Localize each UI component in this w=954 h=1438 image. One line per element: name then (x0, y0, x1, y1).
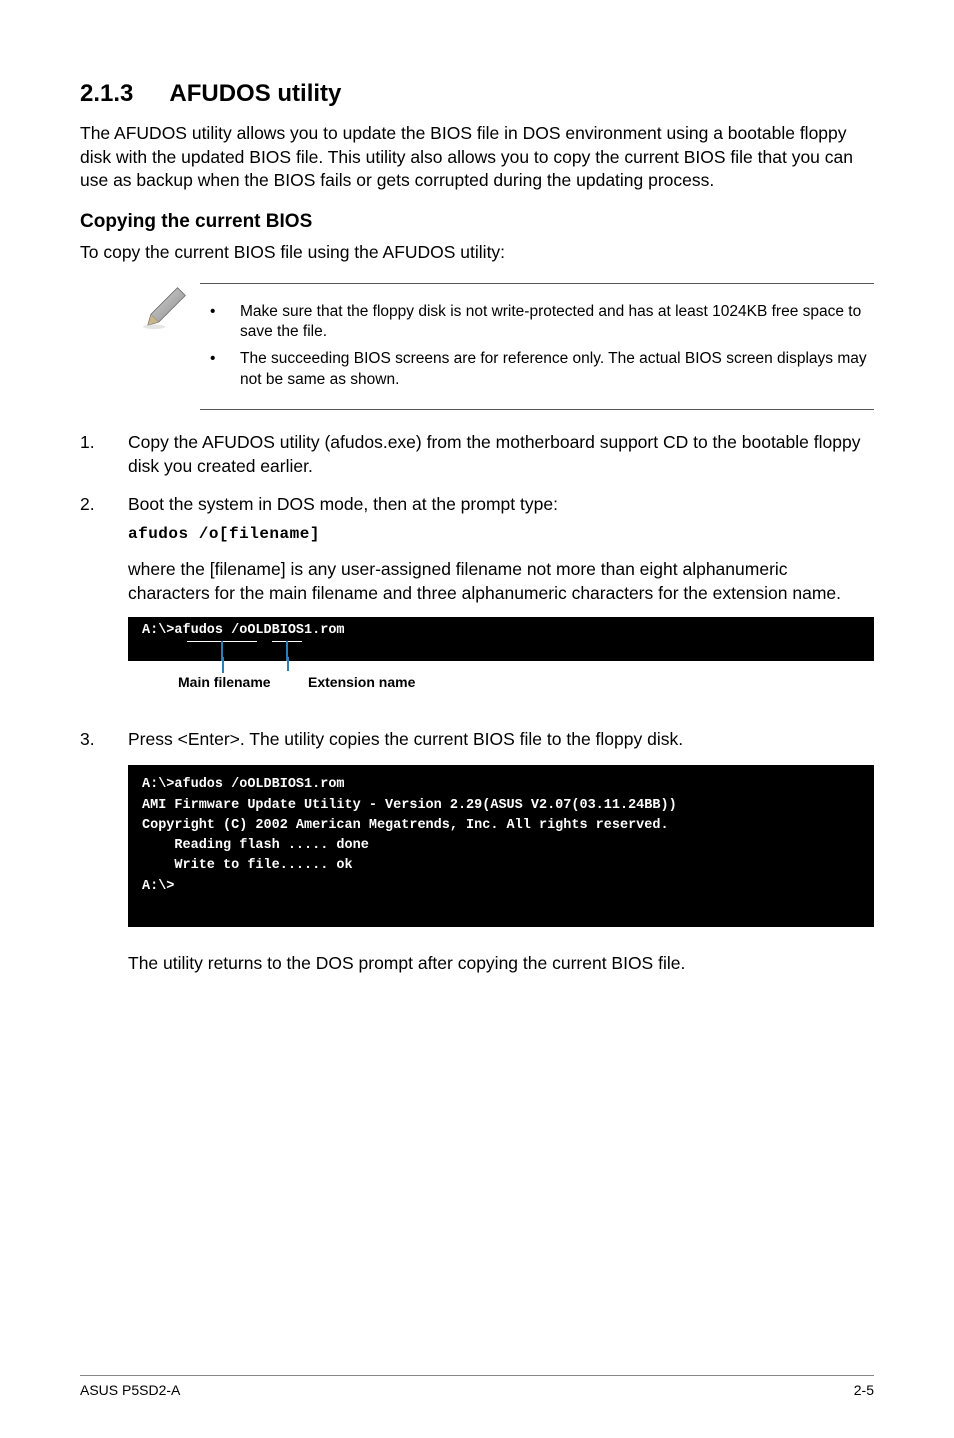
section-title-text: AFUDOS utility (169, 80, 341, 107)
page-container: 2.1.3 AFUDOS utility The AFUDOS utility a… (0, 0, 954, 1438)
step-2: 2. Boot the system in DOS mode, then at … (80, 492, 874, 713)
note-block: •Make sure that the floppy disk is not w… (140, 283, 874, 411)
step-2-explain: where the [filename] is any user-assigne… (128, 557, 874, 605)
section-heading: 2.1.3 AFUDOS utility (80, 80, 874, 108)
pencil-icon (140, 283, 200, 338)
terminal-block-1: A:\>afudos /oOLDBIOS1.rom (128, 617, 874, 661)
step-2-text: Boot the system in DOS mode, then at the… (128, 492, 874, 516)
steps-list: 1. Copy the AFUDOS utility (afudos.exe) … (80, 430, 874, 987)
terminal-block-2: A:\>afudos /oOLDBIOS1.rom AMI Firmware U… (128, 765, 874, 927)
copying-heading: Copying the current BIOS (80, 211, 874, 233)
footer-right: 2-5 (854, 1382, 874, 1398)
intro-paragraph: The AFUDOS utility allows you to update … (80, 122, 874, 193)
page-footer: ASUS P5SD2-A 2-5 (80, 1375, 874, 1398)
footer-left: ASUS P5SD2-A (80, 1382, 180, 1398)
note-list: •Make sure that the floppy disk is not w… (200, 283, 874, 411)
note-item: •The succeeding BIOS screens are for ref… (210, 349, 874, 391)
step-1: 1. Copy the AFUDOS utility (afudos.exe) … (80, 430, 874, 478)
step-2-command: afudos /o[filename] (128, 523, 874, 545)
filename-diagram: Main filename Extension name (128, 663, 874, 703)
step-3-text: Press <Enter>. The utility copies the cu… (128, 727, 874, 751)
step-3: 3. Press <Enter>. The utility copies the… (80, 727, 874, 987)
note-item: •Make sure that the floppy disk is not w… (210, 302, 874, 344)
extension-name-label: Extension name (308, 673, 415, 692)
section-number: 2.1.3 (80, 80, 133, 108)
copying-lead: To copy the current BIOS file using the … (80, 241, 874, 265)
closing-paragraph: The utility returns to the DOS prompt af… (128, 951, 874, 975)
main-filename-label: Main filename (178, 673, 271, 692)
